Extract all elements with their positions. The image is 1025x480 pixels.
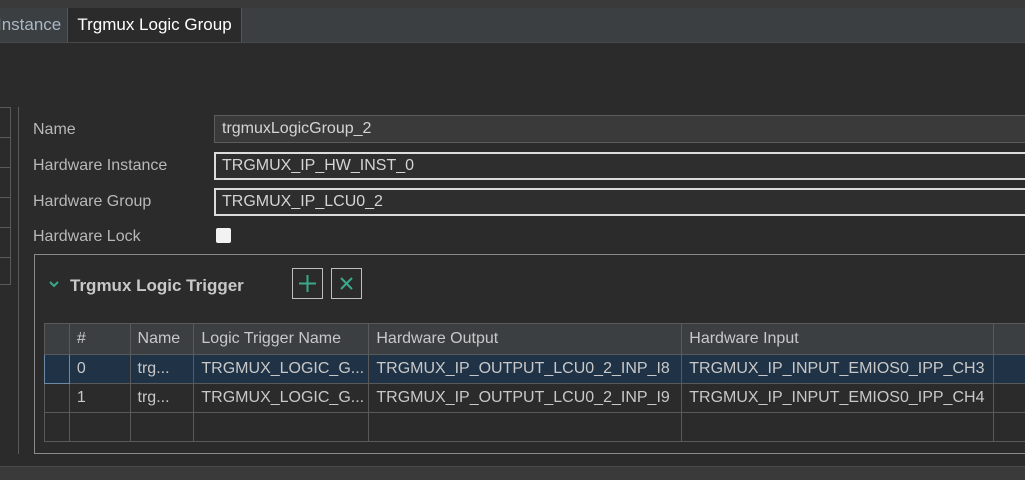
hardware-group-select[interactable]: TRGMUX_IP_LCU0_2 — [214, 188, 1025, 216]
cell-extra — [994, 355, 1025, 384]
cell-hardware-output[interactable]: TRGMUX_IP_OUTPUT_LCU0_2_INP_I9 — [369, 384, 682, 413]
cell-hardware-input[interactable] — [682, 413, 994, 442]
tab-trgmux-logic-group[interactable]: Trgmux Logic Group — [67, 8, 242, 42]
cell-logic-trigger-name[interactable]: TRGMUX_LOGIC_G... — [194, 355, 369, 384]
cell-hardware-input[interactable]: TRGMUX_IP_INPUT_EMIOS0_IPP_CH3 — [682, 355, 994, 384]
cell-index[interactable] — [69, 413, 130, 442]
hardware-lock-checkbox[interactable] — [216, 228, 231, 243]
add-trigger-button[interactable] — [292, 268, 323, 299]
tab-instance[interactable]: Instance — [0, 8, 66, 42]
table-row[interactable]: 0 trg... TRGMUX_LOGIC_G... TRGMUX_IP_OUT… — [45, 355, 1025, 384]
left-list-panel — [0, 107, 11, 285]
remove-trigger-button[interactable] — [331, 268, 362, 299]
trigger-table: # Name Logic Trigger Name Hardware Outpu… — [44, 323, 1025, 442]
cell-name[interactable] — [130, 413, 194, 442]
x-icon — [332, 269, 361, 298]
hardware-instance-select[interactable]: TRGMUX_IP_HW_INST_0 — [214, 152, 1025, 180]
cell-hardware-output[interactable]: TRGMUX_IP_OUTPUT_LCU0_2_INP_I8 — [369, 355, 682, 384]
hardware-group-label: Hardware Group — [33, 193, 151, 211]
group-title: Trgmux Logic Trigger — [70, 276, 244, 296]
column-header-hardware-output[interactable]: Hardware Output — [369, 324, 682, 355]
list-item[interactable] — [0, 228, 10, 258]
row-handle[interactable] — [45, 355, 70, 384]
cell-index[interactable]: 1 — [69, 384, 130, 413]
cell-extra — [994, 384, 1025, 413]
list-item[interactable] — [0, 168, 10, 198]
editor-tab-strip: Instance Trgmux Logic Group — [0, 8, 1025, 43]
table-row[interactable]: 1 trg... TRGMUX_LOGIC_G... TRGMUX_IP_OUT… — [45, 384, 1025, 413]
column-header-logic-trigger-name[interactable]: Logic Trigger Name — [194, 324, 369, 355]
list-item[interactable] — [0, 108, 10, 138]
cell-extra — [994, 413, 1025, 442]
list-item[interactable] — [0, 198, 10, 228]
table-header-row: # Name Logic Trigger Name Hardware Outpu… — [45, 324, 1025, 355]
cell-hardware-output[interactable] — [369, 413, 682, 442]
column-header-name[interactable]: Name — [130, 324, 194, 355]
cell-logic-trigger-name[interactable]: TRGMUX_LOGIC_G... — [194, 384, 369, 413]
name-label: Name — [33, 121, 76, 139]
column-header-hardware-input[interactable]: Hardware Input — [682, 324, 994, 355]
row-handle[interactable] — [45, 413, 70, 442]
table-row-empty[interactable] — [45, 413, 1025, 442]
column-header-index[interactable]: # — [69, 324, 130, 355]
cell-name[interactable]: trg... — [130, 384, 194, 413]
hardware-lock-label: Hardware Lock — [33, 228, 141, 246]
cell-hardware-input[interactable]: TRGMUX_IP_INPUT_EMIOS0_IPP_CH4 — [682, 384, 994, 413]
bottom-bar — [0, 466, 1025, 480]
column-header-select[interactable] — [45, 324, 70, 355]
hardware-instance-label: Hardware Instance — [33, 157, 167, 175]
chevron-down-icon[interactable] — [48, 278, 60, 290]
plus-icon — [293, 269, 322, 298]
list-item[interactable] — [0, 138, 10, 168]
cell-name[interactable]: trg... — [130, 355, 194, 384]
cell-index[interactable]: 0 — [69, 355, 130, 384]
panel-divider[interactable] — [18, 107, 19, 454]
column-header-extra — [994, 324, 1025, 355]
cell-logic-trigger-name[interactable] — [194, 413, 369, 442]
row-handle[interactable] — [45, 384, 70, 413]
name-field[interactable]: trgmuxLogicGroup_2 — [214, 115, 1025, 143]
top-bar — [0, 0, 1025, 8]
